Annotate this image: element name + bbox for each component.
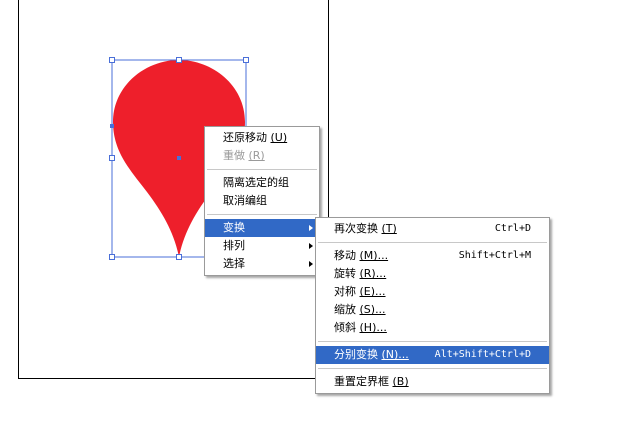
menu-item-select[interactable]: 选择 bbox=[205, 255, 319, 273]
submenu-arrow-icon bbox=[309, 243, 313, 249]
submenu-item-transform-each[interactable]: 分别变换 (N)... Alt+Shift+Ctrl+D bbox=[316, 346, 549, 364]
context-menu: 还原移动 (U) 重做 (R) 隔离选定的组 取消编组 变换 排列 选择 bbox=[204, 126, 320, 276]
menu-item-ungroup[interactable]: 取消编组 bbox=[205, 192, 319, 210]
submenu-item-shear[interactable]: 倾斜 (H)... bbox=[316, 319, 549, 337]
menu-item-undo-move[interactable]: 还原移动 (U) bbox=[205, 129, 319, 147]
submenu-item-reflect[interactable]: 对称 (E)... bbox=[316, 283, 549, 301]
handle-top-left[interactable] bbox=[109, 57, 115, 63]
submenu-arrow-icon bbox=[309, 225, 313, 231]
menu-separator bbox=[318, 242, 547, 243]
menu-item-arrange[interactable]: 排列 bbox=[205, 237, 319, 255]
menu-item-redo: 重做 (R) bbox=[223, 149, 265, 162]
handle-middle-left[interactable] bbox=[109, 155, 115, 161]
handle-top-middle[interactable] bbox=[176, 57, 182, 63]
menu-separator bbox=[318, 368, 547, 369]
center-point bbox=[177, 156, 181, 160]
submenu-item-move[interactable]: 移动 (M)... Shift+Ctrl+M bbox=[316, 247, 549, 265]
submenu-item-rotate[interactable]: 旋转 (R)... bbox=[316, 265, 549, 283]
menu-separator bbox=[207, 214, 317, 215]
anchor-point-left[interactable] bbox=[110, 124, 114, 128]
handle-bottom-middle[interactable] bbox=[176, 254, 182, 260]
transform-submenu: 再次变换 (T) Ctrl+D 移动 (M)... Shift+Ctrl+M 旋转 … bbox=[315, 217, 550, 394]
menu-item-transform[interactable]: 变换 bbox=[205, 219, 319, 237]
menu-separator bbox=[207, 169, 317, 170]
submenu-arrow-icon bbox=[309, 261, 313, 267]
submenu-item-reset-bounding-box[interactable]: 重置定界框 (B) bbox=[316, 373, 549, 391]
submenu-item-scale[interactable]: 缩放 (S)... bbox=[316, 301, 549, 319]
handle-bottom-left[interactable] bbox=[109, 254, 115, 260]
handle-top-right[interactable] bbox=[243, 57, 249, 63]
menu-item-isolate-group[interactable]: 隔离选定的组 bbox=[205, 174, 319, 192]
menu-separator bbox=[318, 341, 547, 342]
submenu-item-transform-again[interactable]: 再次变换 (T) Ctrl+D bbox=[316, 220, 549, 238]
